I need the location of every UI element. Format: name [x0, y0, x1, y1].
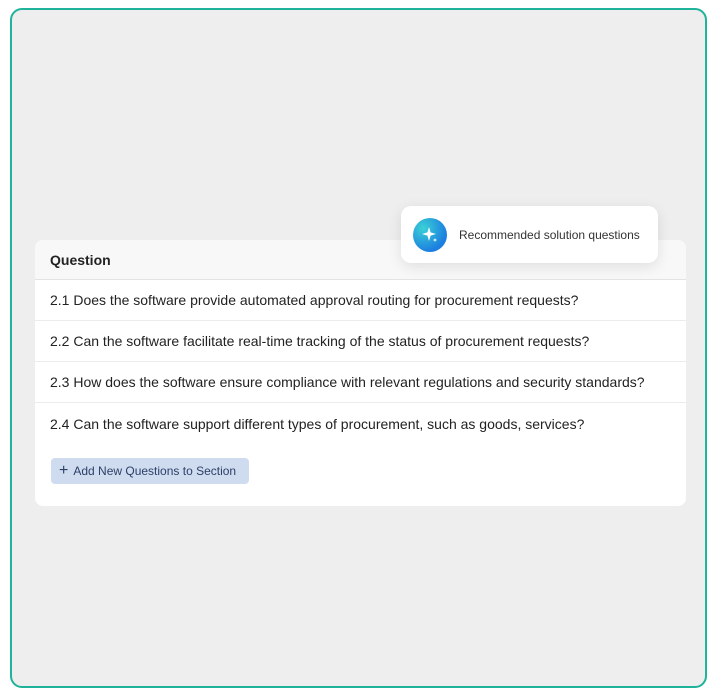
plus-icon: +	[59, 462, 69, 479]
questions-table: Question 2.1 Does the software provide a…	[35, 240, 686, 506]
add-questions-button[interactable]: + Add New Questions to Section	[51, 458, 249, 484]
sparkle-icon	[413, 217, 447, 252]
column-header-question: Question	[50, 251, 111, 268]
table-row[interactable]: 2.3 How does the software ensure complia…	[35, 362, 686, 403]
table-row[interactable]: 2.4 Can the software support different t…	[35, 403, 686, 444]
add-questions-label: Add New Questions to Section	[73, 464, 237, 478]
popup-label: Recommended solution questions	[459, 227, 640, 242]
table-row[interactable]: 2.2 Can the software facilitate real-tim…	[35, 321, 686, 362]
table-row[interactable]: 2.1 Does the software provide automated …	[35, 280, 686, 321]
recommended-questions-popup[interactable]: Recommended solution questions	[401, 206, 658, 263]
